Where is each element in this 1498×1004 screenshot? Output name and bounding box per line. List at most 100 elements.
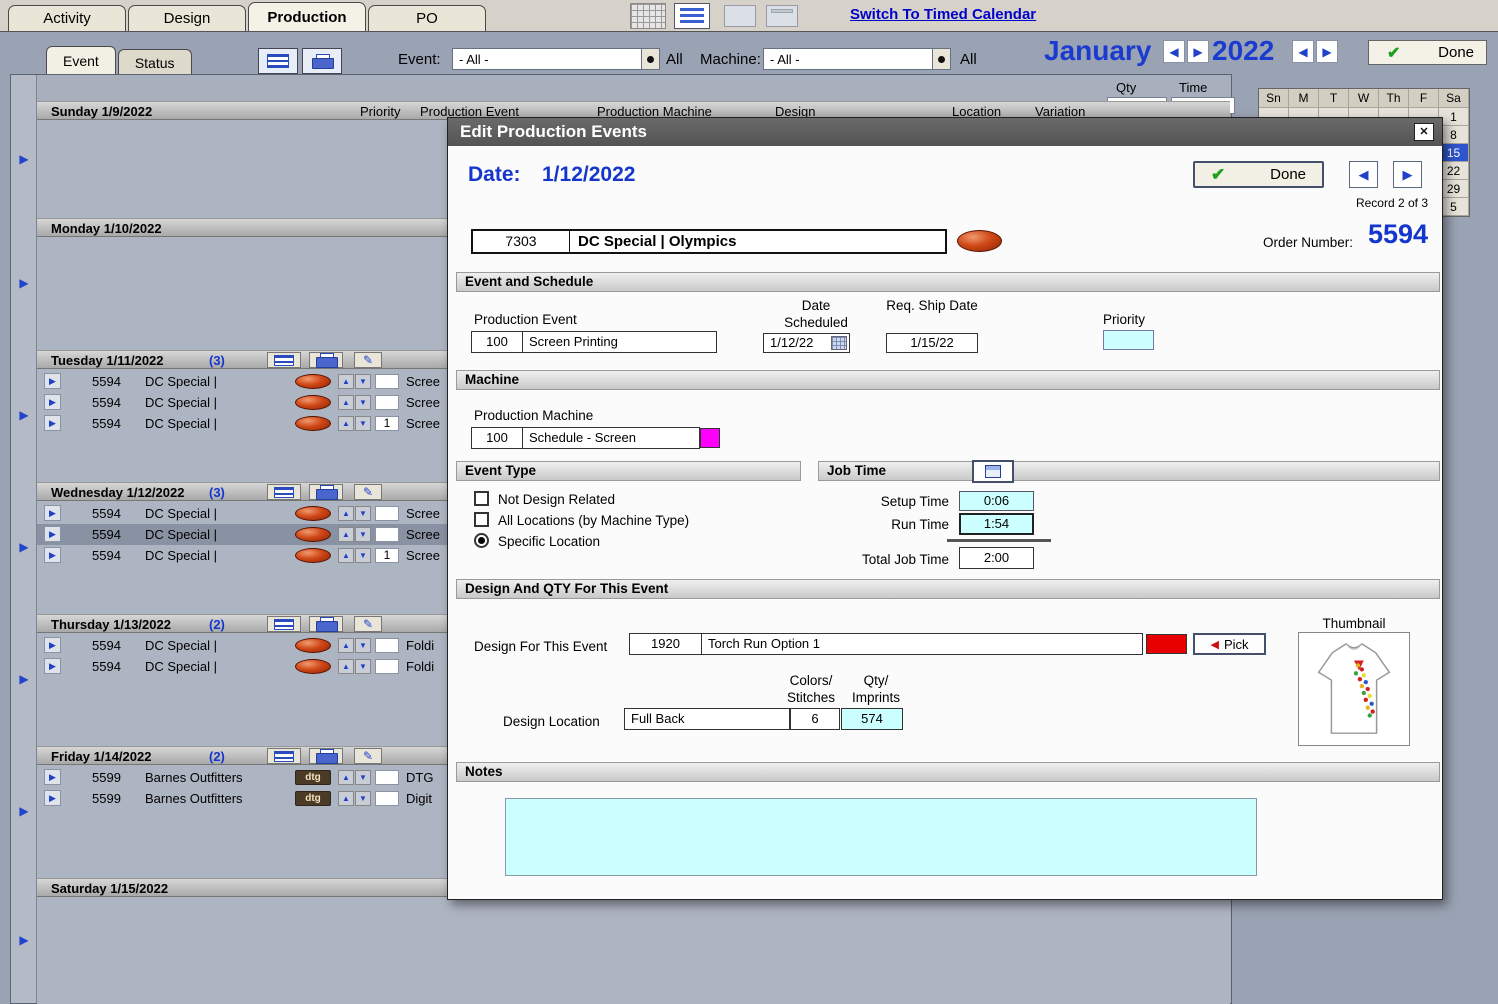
row-move-down-button[interactable]: ▼ [355,374,371,389]
date-scheduled-field[interactable]: 1/12/22 [763,333,850,353]
row-move-up-button[interactable]: ▲ [338,548,354,563]
row-status-oval[interactable] [295,659,331,674]
row-play-button[interactable]: ▶ [44,547,61,563]
row-play-button[interactable]: ▶ [44,769,61,785]
year-prev-button[interactable]: ◀ [1292,40,1314,63]
day-play-button[interactable]: ▶ [15,804,33,818]
mini-day-29[interactable]: 29 [1439,180,1469,198]
production-event-name-field[interactable]: Screen Printing [522,331,717,353]
row-status-oval[interactable] [295,638,331,653]
event-filter-dropdown[interactable]: - All - [452,48,660,70]
colors-field[interactable]: 6 [790,708,840,730]
row-move-down-button[interactable]: ▼ [355,770,371,785]
run-time-field[interactable]: 1:54 [959,513,1034,535]
row-move-up-button[interactable]: ▲ [338,527,354,542]
day-play-button[interactable]: ▶ [15,276,33,290]
day-print-button[interactable] [309,616,343,632]
dialog-done-button[interactable]: ✔ Done [1193,161,1324,188]
day-edit-button[interactable]: ✎ [354,484,382,500]
design-location-field[interactable]: Full Back [624,708,790,730]
tab-design[interactable]: Design [128,5,246,31]
row-move-down-button[interactable]: ▼ [355,506,371,521]
row-play-button[interactable]: ▶ [44,415,61,431]
row-move-down-button[interactable]: ▼ [355,395,371,410]
tab-production[interactable]: Production [248,2,366,31]
row-move-up-button[interactable]: ▲ [338,770,354,785]
split-view-icon[interactable] [766,5,798,27]
calendar-event-row[interactable]: ▶5594DC Special |▲▼Scree [37,524,457,545]
done-button[interactable]: ✔ Done [1368,40,1487,65]
row-move-up-button[interactable]: ▲ [338,506,354,521]
blank-view-icon[interactable] [724,5,756,27]
row-play-button[interactable]: ▶ [44,790,61,806]
row-move-down-button[interactable]: ▼ [355,416,371,431]
row-move-down-button[interactable]: ▼ [355,638,371,653]
calendar-event-row[interactable]: ▶5594DC Special |▲▼1Scree [37,545,457,566]
checkbox-unchecked[interactable] [474,491,489,506]
production-machine-code-field[interactable]: 100 [471,427,523,449]
production-event-code-field[interactable]: 100 [471,331,523,353]
order-status-oval[interactable] [957,230,1002,252]
mini-day-1[interactable]: 1 [1439,108,1469,126]
mini-day-8[interactable]: 8 [1439,126,1469,144]
checkbox-unchecked[interactable] [474,512,489,527]
production-machine-name-field[interactable]: Schedule - Screen [522,427,700,449]
list-button[interactable] [258,48,298,74]
row-move-down-button[interactable]: ▼ [355,791,371,806]
month-prev-button[interactable]: ◀ [1163,40,1185,63]
dropdown-button-icon[interactable] [932,49,950,69]
day-play-button[interactable]: ▶ [15,672,33,686]
row-status-oval[interactable] [295,374,331,389]
row-status-oval[interactable] [295,395,331,410]
row-play-button[interactable]: ▶ [44,505,61,521]
close-icon[interactable]: ✕ [1414,123,1434,141]
month-next-button[interactable]: ▶ [1187,40,1209,63]
row-play-button[interactable]: ▶ [44,637,61,653]
calendar-event-row[interactable]: ▶5599Barnes Outfittersdtg▲▼Digit [37,788,457,809]
calendar-event-row[interactable]: ▶5599Barnes Outfittersdtg▲▼DTG [37,767,457,788]
day-edit-button[interactable]: ✎ [354,352,382,368]
design-code-field[interactable]: 1920 [629,633,702,655]
subtab-status[interactable]: Status [118,49,192,75]
priority-field[interactable] [1103,330,1154,350]
calendar-grid-icon[interactable] [630,3,666,29]
day-print-button[interactable] [309,352,343,368]
pick-design-button[interactable]: ◀ Pick [1193,633,1266,655]
req-ship-date-field[interactable]: 1/15/22 [886,333,978,353]
calculator-button[interactable] [972,460,1014,483]
row-play-button[interactable]: ▶ [44,658,61,674]
calendar-picker-icon[interactable] [831,336,847,350]
switch-timed-calendar-link[interactable]: Switch To Timed Calendar [850,6,1036,23]
calendar-event-row[interactable]: ▶5594DC Special |▲▼Scree [37,392,457,413]
calendar-event-row[interactable]: ▶5594DC Special |▲▼Foldi [37,656,457,677]
record-next-button[interactable]: ▶ [1393,161,1422,188]
row-move-up-button[interactable]: ▲ [338,791,354,806]
day-print-button[interactable] [309,484,343,500]
list-view-icon[interactable] [674,3,710,29]
machine-filter-dropdown[interactable]: - All - [763,48,951,70]
print-button[interactable] [302,48,342,74]
calendar-event-row[interactable]: ▶5594DC Special |▲▼Scree [37,371,457,392]
year-next-button[interactable]: ▶ [1316,40,1338,63]
row-play-button[interactable]: ▶ [44,373,61,389]
row-move-up-button[interactable]: ▲ [338,638,354,653]
subtab-event[interactable]: Event [46,46,116,75]
row-move-up-button[interactable]: ▲ [338,374,354,389]
day-play-button[interactable]: ▶ [15,152,33,166]
mini-day-5[interactable]: 5 [1439,198,1469,216]
row-move-up-button[interactable]: ▲ [338,659,354,674]
calendar-event-row[interactable]: ▶5594DC Special |▲▼Scree [37,503,457,524]
notes-input[interactable] [505,798,1257,876]
order-name-field[interactable]: DC Special | Olympics [570,229,947,254]
record-prev-button[interactable]: ◀ [1349,161,1378,188]
calendar-event-row[interactable]: ▶5594DC Special |▲▼1Scree [37,413,457,434]
row-move-down-button[interactable]: ▼ [355,548,371,563]
day-play-button[interactable]: ▶ [15,408,33,422]
row-status-oval[interactable] [295,416,331,431]
total-job-time-field[interactable]: 2:00 [959,547,1034,569]
row-move-up-button[interactable]: ▲ [338,416,354,431]
row-move-up-button[interactable]: ▲ [338,395,354,410]
row-move-down-button[interactable]: ▼ [355,659,371,674]
day-play-button[interactable]: ▶ [15,933,33,947]
day-edit-button[interactable]: ✎ [354,616,382,632]
